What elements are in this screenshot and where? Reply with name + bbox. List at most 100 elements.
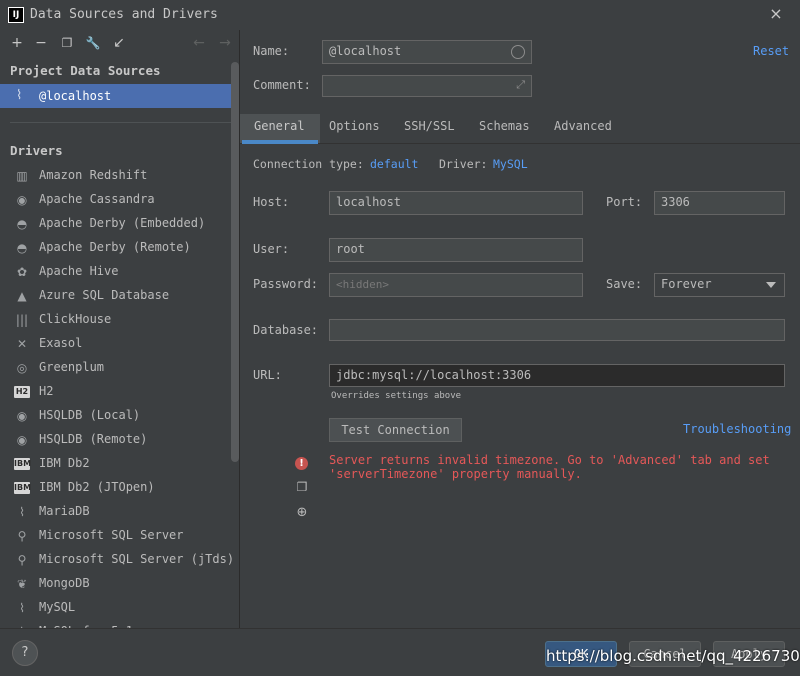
test-connection-button[interactable]: Test Connection: [329, 418, 462, 442]
driver-label: Apache Derby (Embedded): [39, 216, 206, 230]
troubleshooting-link[interactable]: Troubleshooting: [683, 422, 791, 436]
driver-label: Exasol: [39, 336, 83, 350]
duplicate-icon[interactable]: ❐: [59, 35, 75, 51]
watermark: https://blog.csdn.net/qq_42267300: [546, 647, 800, 665]
expand-icon[interactable]: ⤢: [516, 78, 525, 92]
data-source-item-selected[interactable]: [0, 84, 232, 108]
driver-icon: ⌇: [19, 601, 25, 615]
driver-item[interactable]: ⌇ MySQL: [0, 596, 230, 620]
name-input[interactable]: @localhost: [322, 40, 532, 64]
tab-schemas[interactable]: Schemas: [479, 119, 530, 133]
driver-icon: H2: [14, 386, 30, 398]
circle-icon[interactable]: [511, 45, 525, 59]
copy-icon[interactable]: ❐: [294, 479, 310, 495]
save-select-value: Forever: [661, 277, 712, 291]
driver-item[interactable]: ◓ Apache Derby (Remote): [0, 236, 230, 260]
reset-link[interactable]: Reset: [753, 44, 789, 58]
driver-label: Azure SQL Database: [39, 288, 170, 302]
driver-item[interactable]: ⚲ Microsoft SQL Server (jTds): [0, 548, 234, 572]
port-label: Port:: [606, 195, 643, 209]
driver-label: Apache Derby (Remote): [39, 240, 191, 254]
window-title: Data Sources and Drivers: [30, 7, 218, 22]
user-input[interactable]: root: [329, 238, 583, 262]
wrench-icon[interactable]: 🔧: [85, 35, 101, 51]
chevron-down-icon: [766, 282, 776, 288]
driver-item[interactable]: ▲ Azure SQL Database: [0, 284, 230, 308]
driver-label: MariaDB: [39, 504, 90, 518]
globe-icon[interactable]: ⊕: [294, 505, 310, 521]
connection-type-link[interactable]: default: [370, 157, 418, 171]
driver-label: ClickHouse: [39, 312, 112, 326]
driver-item[interactable]: ◉ HSQLDB (Remote): [0, 428, 230, 452]
name-label: Name:: [253, 44, 290, 58]
driver-item[interactable]: ✿ Apache Hive: [0, 260, 230, 284]
app-logo-icon: IJ: [8, 7, 24, 23]
driver-icon: ▲: [17, 289, 27, 303]
driver-icon: IBM: [14, 458, 32, 470]
driver-icon: ❦: [16, 577, 28, 591]
comment-label: Comment:: [253, 78, 311, 92]
driver-item[interactable]: ✕ Exasol: [0, 332, 230, 356]
driver-icon: ✿: [16, 265, 28, 279]
tab-divider: [240, 143, 800, 144]
driver-label: Apache Hive: [39, 264, 119, 278]
driver-label: Microsoft SQL Server (jTds): [39, 552, 235, 566]
database-input[interactable]: [329, 319, 785, 341]
driver-item[interactable]: ❦ MongoDB: [0, 572, 230, 596]
driver-icon: ◉: [16, 433, 28, 447]
error-message: Server returns invalid timezone. Go to '…: [329, 453, 770, 481]
driver-label: H2: [39, 384, 54, 398]
driver-icon: ⚲: [17, 529, 27, 543]
driver-item[interactable]: H2 H2: [0, 380, 230, 404]
driver-item[interactable]: ◎ Greenplum: [0, 356, 230, 380]
driver-icon: ▥: [16, 169, 28, 183]
back-icon[interactable]: ←: [191, 35, 207, 51]
driver-label: Greenplum: [39, 360, 105, 374]
driver-item[interactable]: IBM IBM Db2 (JTOpen): [0, 476, 230, 500]
driver-icon: ◉: [16, 409, 28, 423]
drivers-title: Drivers: [10, 143, 63, 158]
driver-icon: ◉: [16, 193, 28, 207]
driver-item[interactable]: ⚲ Microsoft SQL Server: [0, 524, 230, 548]
driver-link[interactable]: MySQL: [493, 157, 528, 171]
driver-item[interactable]: ||| ClickHouse: [0, 308, 230, 332]
driver-label: Driver:: [439, 157, 488, 171]
driver-icon: |||: [15, 313, 29, 327]
driver-label: IBM Db2: [39, 456, 90, 470]
scrollbar[interactable]: [231, 62, 239, 462]
driver-label: MongoDB: [39, 576, 90, 590]
password-input[interactable]: <hidden>: [329, 273, 583, 297]
driver-item[interactable]: ⌇ MariaDB: [0, 500, 230, 524]
password-label: Password:: [253, 277, 319, 291]
driver-icon: IBM: [14, 482, 32, 494]
driver-item[interactable]: ◉ Apache Cassandra: [0, 188, 230, 212]
driver-item[interactable]: ◓ Apache Derby (Embedded): [0, 212, 230, 236]
comment-input[interactable]: ⤢: [322, 75, 532, 97]
save-select[interactable]: Forever: [654, 273, 785, 297]
driver-icon: ◓: [16, 241, 28, 255]
user-label: User:: [253, 242, 290, 256]
driver-label: MySQL: [39, 600, 76, 614]
import-icon[interactable]: ↙: [111, 35, 127, 51]
host-label: Host:: [253, 195, 290, 209]
add-icon[interactable]: +: [9, 35, 25, 51]
tab-options[interactable]: Options: [329, 119, 380, 133]
tab-ssh-ssl[interactable]: SSH/SSL: [404, 119, 455, 133]
driver-item[interactable]: ◉ HSQLDB (Local): [0, 404, 230, 428]
host-input[interactable]: localhost: [329, 191, 583, 215]
forward-icon[interactable]: →: [217, 35, 233, 51]
url-input[interactable]: jdbc:mysql://localhost:3306: [329, 364, 785, 387]
tab-advanced[interactable]: Advanced: [554, 119, 612, 133]
driver-item[interactable]: ▥ Amazon Redshift: [0, 164, 230, 188]
driver-label: HSQLDB (Remote): [39, 432, 148, 446]
close-icon[interactable]: ×: [767, 5, 785, 23]
tab-underline: [242, 140, 318, 144]
port-input[interactable]: 3306: [654, 191, 785, 215]
driver-label: Microsoft SQL Server: [39, 528, 184, 542]
connection-type-label: Connection type:: [253, 157, 364, 171]
help-button[interactable]: ?: [12, 640, 38, 666]
driver-item[interactable]: IBM IBM Db2: [0, 452, 230, 476]
tab-general[interactable]: General: [254, 119, 305, 133]
remove-icon[interactable]: −: [33, 35, 49, 51]
project-data-sources-title: Project Data Sources: [10, 63, 161, 78]
